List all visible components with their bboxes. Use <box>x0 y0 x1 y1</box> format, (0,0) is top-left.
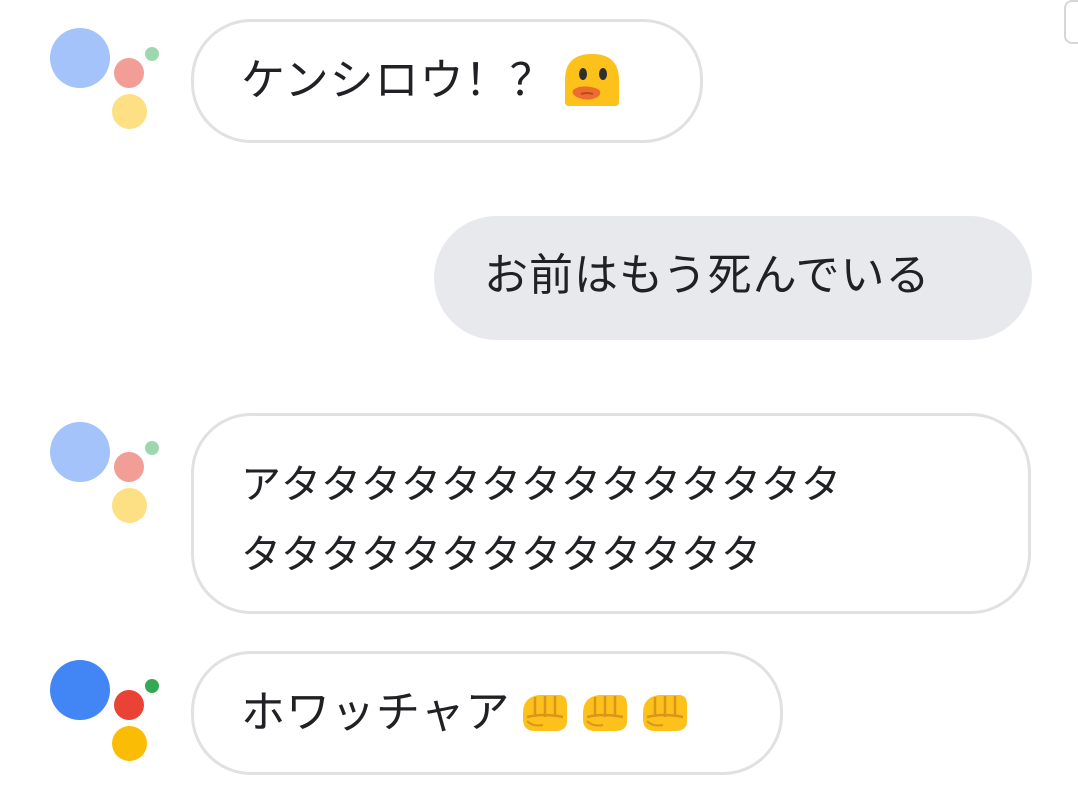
message-text: ケンシロウ！？ <box>241 55 555 106</box>
assistant-logo-icon <box>50 660 170 770</box>
assistant-message-bubble[interactable]: アタタタタタタタタタタタタタタ タタタタタタタタタタタタタ <box>191 413 1031 614</box>
assistant-logo-icon <box>50 28 170 138</box>
user-message-bubble[interactable]: お前はもう死んでいる <box>434 216 1032 340</box>
red-dot <box>114 690 144 720</box>
oncoming-fist-icon <box>579 690 631 734</box>
green-dot <box>145 441 159 455</box>
blue-dot <box>50 660 110 720</box>
assistant-message-bubble[interactable]: ケンシロウ！？ <box>191 19 703 143</box>
assistant-message-bubble[interactable]: ホワッチャア <box>191 651 783 775</box>
red-dot <box>114 452 144 482</box>
message-text: お前はもう死んでいる <box>484 250 931 301</box>
hushed-face-icon <box>559 50 625 108</box>
red-dot <box>114 58 144 88</box>
yellow-dot <box>112 488 147 523</box>
green-dot <box>145 679 159 693</box>
message-line: アタタタタタタタタタタタタタタ <box>241 462 841 508</box>
oncoming-fist-icon <box>519 690 571 734</box>
yellow-dot <box>112 94 147 129</box>
blue-dot <box>50 422 110 482</box>
green-dot <box>145 47 159 61</box>
assistant-logo-icon <box>50 422 170 532</box>
message-line: タタタタタタタタタタタタタ <box>241 532 761 578</box>
scrollbar-edge <box>1064 0 1078 44</box>
oncoming-fist-icon <box>639 690 691 734</box>
yellow-dot <box>112 726 147 761</box>
blue-dot <box>50 28 110 88</box>
message-text: ホワッチャア <box>241 687 511 738</box>
